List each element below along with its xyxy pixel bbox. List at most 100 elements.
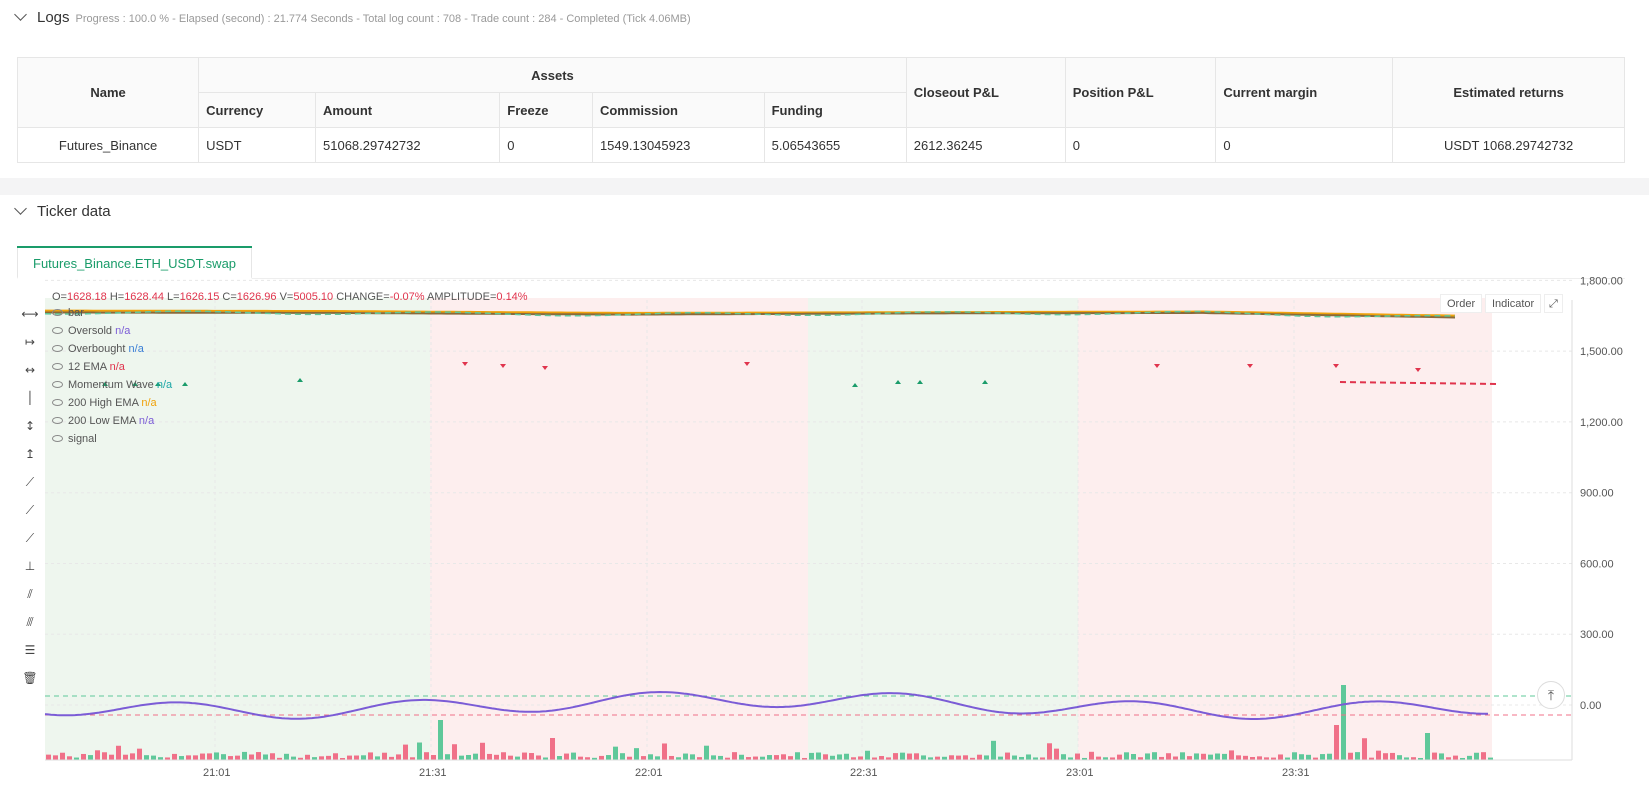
y-tick-label: 600.00	[1580, 558, 1614, 570]
x-tick-label: 23:31	[1282, 767, 1310, 779]
extended-line-tool-icon[interactable]: ↔	[21, 361, 39, 379]
horizontal-ray-tool-icon[interactable]: ↦	[21, 333, 39, 351]
eye-icon[interactable]	[52, 363, 63, 370]
fib-retracement-tool-icon[interactable]: ☰	[21, 641, 39, 659]
volume-bar	[1222, 753, 1227, 760]
legend-label: 12 EMA	[68, 361, 107, 373]
vertical-segment-tool-icon[interactable]: ↕	[21, 417, 39, 435]
volume-bar	[270, 753, 275, 760]
legend-item[interactable]: Oversold n/a	[52, 325, 130, 337]
ohlc-l: 1626.15	[179, 291, 220, 303]
fib-tool-icon[interactable]: ⫻	[21, 613, 39, 631]
volume-bar	[235, 755, 240, 760]
volume-bar	[655, 756, 660, 760]
volume-bar	[830, 755, 835, 760]
order-button[interactable]: Order	[1440, 294, 1483, 313]
eye-icon[interactable]	[52, 435, 63, 442]
ohlc-amp: 0.14%	[496, 291, 528, 303]
eye-icon[interactable]	[52, 381, 63, 388]
legend-label: bar	[68, 307, 84, 319]
horizontal-line-tool-icon[interactable]: ⟷	[21, 305, 39, 323]
volume-bar	[256, 752, 261, 760]
volume-bar	[536, 755, 541, 760]
volume-bar	[1124, 752, 1129, 760]
ohlc-amp-label: AMPLITUDE=	[427, 291, 497, 303]
volume-bar	[718, 755, 723, 760]
volume-bar	[641, 756, 646, 760]
price-label-tool-icon[interactable]: ⊥	[21, 557, 39, 575]
volume-bar	[921, 755, 926, 760]
volume-bar	[347, 755, 352, 760]
volume-bar	[774, 755, 779, 760]
volume-bar	[690, 754, 695, 760]
volume-bar	[900, 752, 905, 760]
eye-icon[interactable]	[52, 417, 63, 424]
price-chart[interactable]: 1,800.00 1,500.00 1,200.00 900.00 600.00 300.…	[0, 0, 1649, 795]
legend-item[interactable]: bar	[52, 307, 84, 319]
volume-bar	[613, 746, 618, 760]
ohlc-v: 5005.10	[293, 291, 334, 303]
segment-tool-icon[interactable]: ⟋	[21, 529, 39, 547]
volume-bar	[494, 754, 499, 760]
eye-icon[interactable]	[52, 309, 63, 316]
volume-bar	[1208, 754, 1213, 760]
volume-bar	[1215, 753, 1220, 760]
volume-bar	[200, 753, 205, 760]
volume-bar	[935, 756, 940, 760]
legend-item[interactable]: signal	[52, 433, 97, 445]
eye-icon[interactable]	[52, 399, 63, 406]
ray-line-tool-icon[interactable]: ⟋	[21, 501, 39, 519]
volume-bar	[515, 756, 520, 760]
legend-item[interactable]: 12 EMA n/a	[52, 361, 125, 373]
trend-line-tool-icon[interactable]: ⟋	[21, 473, 39, 491]
vertical-ray-tool-icon[interactable]: ↥	[21, 445, 39, 463]
volume-bar	[326, 755, 331, 760]
y-tick-label: 900.00	[1580, 488, 1614, 500]
volume-bar	[1397, 755, 1402, 760]
eye-icon[interactable]	[52, 327, 63, 334]
volume-bar	[893, 753, 898, 760]
ohlc-v-label: V=	[279, 291, 294, 303]
y-tick-label: 300.00	[1580, 629, 1614, 641]
volume-bar	[914, 753, 919, 760]
volume-bar	[1145, 753, 1150, 760]
vertical-line-tool-icon[interactable]: │	[21, 389, 39, 407]
ohlc-change-label: CHANGE=	[336, 291, 390, 303]
volume-bar	[1439, 753, 1444, 760]
volume-bar	[1054, 748, 1059, 760]
scroll-top-icon[interactable]: ⤒	[1537, 681, 1565, 709]
trash-icon[interactable]: 🗑	[21, 669, 39, 687]
volume-bar	[823, 754, 828, 760]
volume-bar	[711, 755, 716, 760]
legend-label: Overbought	[68, 343, 126, 355]
volume-bar	[1026, 754, 1031, 760]
legend-item[interactable]: Momentum Wave n/a	[52, 379, 172, 391]
eye-icon[interactable]	[52, 345, 63, 352]
volume-bar	[291, 756, 296, 760]
ohlc-l-label: L=	[167, 291, 180, 303]
fullscreen-icon[interactable]: ⤢	[1544, 294, 1563, 313]
volume-bar	[1348, 752, 1353, 760]
legend-label: 200 Low EMA	[68, 415, 136, 427]
volume-bar	[249, 754, 254, 760]
volume-bar	[620, 753, 625, 760]
volume-bar	[508, 755, 513, 760]
volume-bar	[102, 752, 107, 760]
volume-bar	[669, 755, 674, 760]
volume-bar	[739, 754, 744, 760]
volume-bar	[221, 754, 226, 760]
volume-bar	[228, 756, 233, 760]
volume-bar	[333, 753, 338, 760]
legend-item[interactable]: 200 High EMA n/a	[52, 397, 157, 409]
legend-value: n/a	[138, 397, 157, 409]
volume-bar	[1236, 755, 1241, 760]
volume-bar	[459, 755, 464, 760]
indicator-button[interactable]: Indicator	[1485, 294, 1542, 313]
volume-bar	[1257, 756, 1262, 760]
legend-item[interactable]: Overbought n/a	[52, 343, 144, 355]
ohlc-h: 1628.44	[124, 291, 164, 303]
legend-item[interactable]: 200 Low EMA n/a	[52, 415, 154, 427]
volume-bar	[53, 755, 58, 760]
volume-bar	[179, 756, 184, 760]
parallel-channel-tool-icon[interactable]: ⫽	[21, 585, 39, 603]
